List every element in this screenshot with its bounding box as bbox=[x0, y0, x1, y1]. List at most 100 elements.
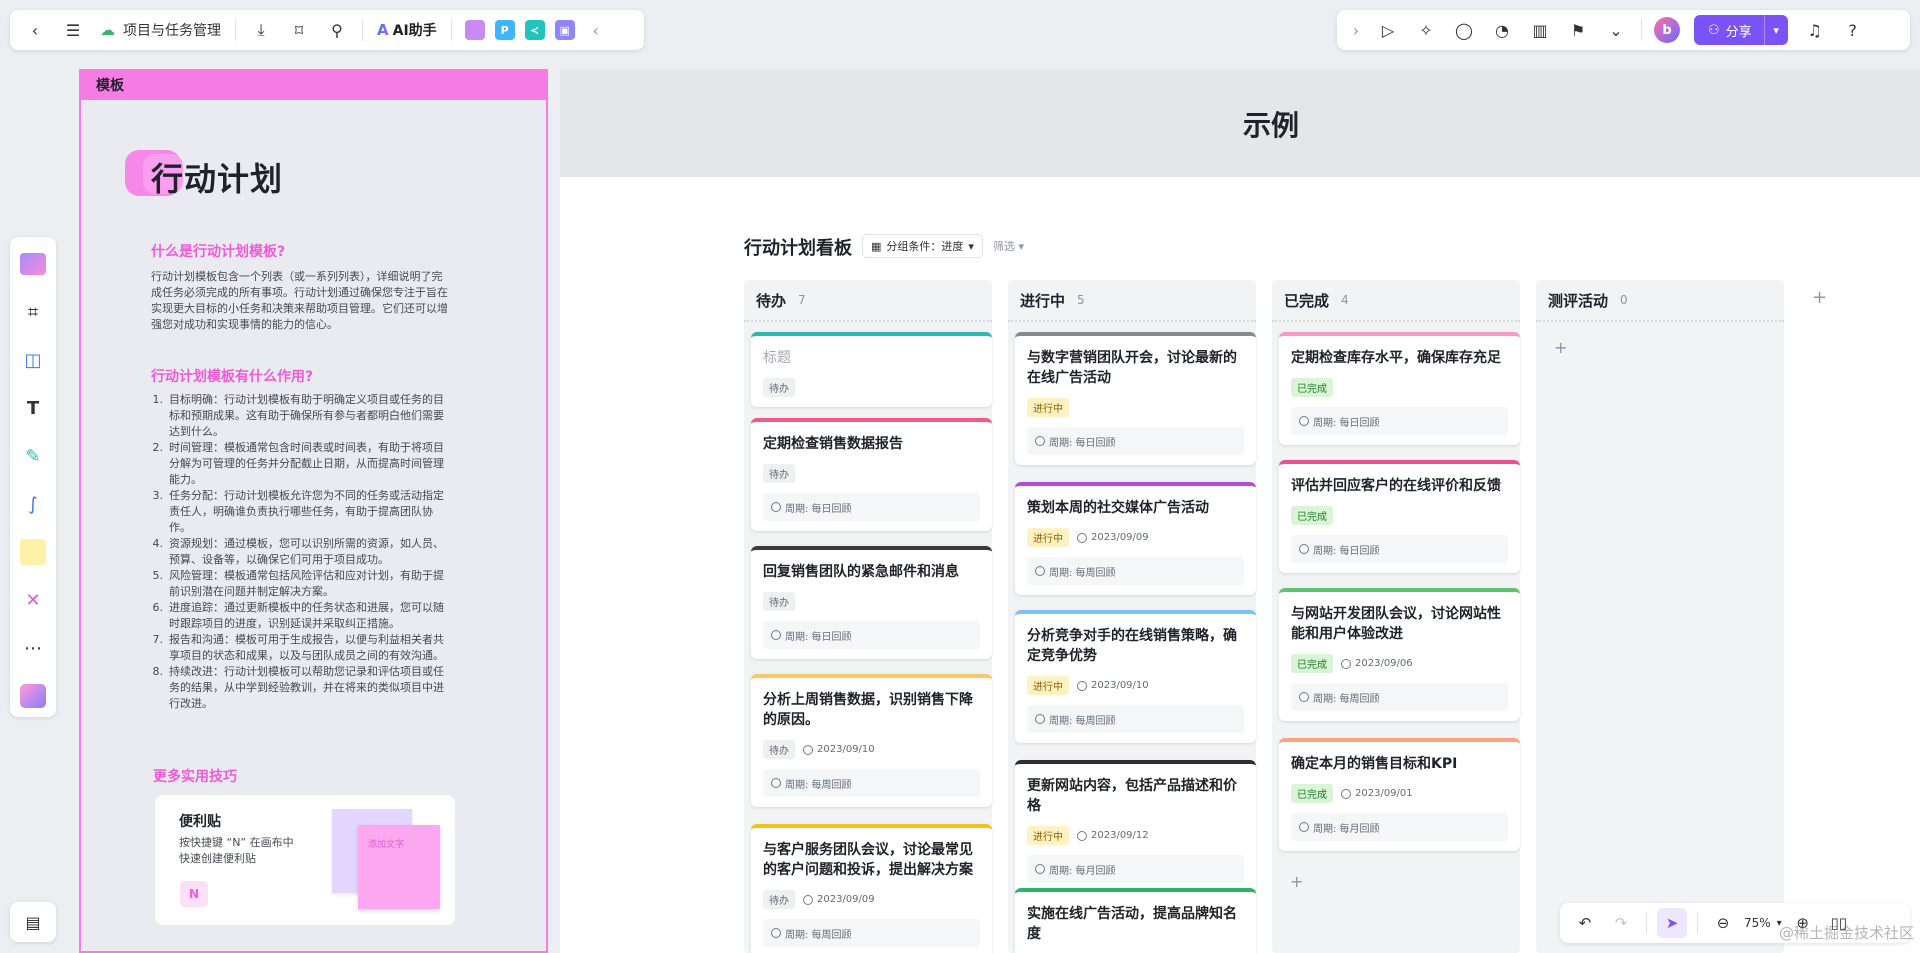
card-cycle[interactable]: 周期: 每周回顾 bbox=[1027, 557, 1244, 585]
expand-toolbar-icon[interactable]: › bbox=[1345, 15, 1367, 45]
text-tool-icon[interactable]: T bbox=[16, 391, 50, 425]
card-date[interactable]: 2023/09/10 bbox=[1077, 680, 1149, 691]
card-cycle[interactable]: 周期: 每日回顾 bbox=[763, 493, 980, 521]
status-badge[interactable]: 进行中 bbox=[1027, 826, 1069, 845]
card-cycle[interactable]: 周期: 每周回顾 bbox=[763, 919, 980, 947]
card-cycle[interactable]: 周期: 每日回顾 bbox=[1027, 427, 1244, 455]
frame-tool-icon[interactable]: ⌗ bbox=[16, 295, 50, 329]
add-card-icon[interactable]: + bbox=[1554, 338, 1567, 357]
add-column-icon[interactable]: + bbox=[1812, 287, 1827, 308]
card-cycle[interactable]: 周期: 每周回顾 bbox=[1027, 705, 1244, 733]
minimap-toggle-icon[interactable]: ▤ bbox=[10, 902, 56, 942]
kanban-card[interactable]: 分析上周销售数据，识别销售下降的原因。 待办 2023/09/10 周期: 每周回顾 bbox=[751, 674, 992, 807]
celebrate-icon[interactable]: ✧ bbox=[1409, 15, 1443, 45]
filter-button[interactable]: 筛选 ▾ bbox=[993, 238, 1024, 254]
share-main[interactable]: ⚇ 分享 bbox=[1694, 15, 1764, 45]
kanban-card[interactable]: 确定本月的销售目标和KPI 已完成 2023/09/01 周期: 每月回顾 bbox=[1279, 738, 1520, 851]
laser-pointer-icon[interactable]: ⚑ bbox=[1561, 15, 1595, 45]
add-card-icon[interactable]: + bbox=[1290, 872, 1303, 891]
status-badge[interactable]: 进行中 bbox=[1027, 528, 1069, 547]
status-badge[interactable]: 待办 bbox=[763, 592, 795, 611]
shape-tool-icon[interactable]: ◫ bbox=[16, 343, 50, 377]
card-date[interactable]: 2023/09/12 bbox=[1077, 830, 1149, 841]
share-button[interactable]: ⚇ 分享 ▾ bbox=[1694, 15, 1788, 45]
document-title[interactable]: ☁ 项目与任务管理 bbox=[94, 20, 227, 40]
kanban-card[interactable]: 策划本周的社交媒体广告活动 进行中 2023/09/09 周期: 每周回顾 bbox=[1015, 482, 1256, 595]
kanban-card[interactable]: 与客户服务团队会议，讨论最常见的客户问题和投诉，提出解决方案 待办 2023/09/… bbox=[751, 824, 992, 953]
group-by-button[interactable]: ▦ 分组条件：进度 ▾ bbox=[862, 234, 983, 258]
mindmap-tool-icon[interactable]: ✕ bbox=[16, 583, 50, 617]
more-chevrons-icon[interactable]: ⌄ bbox=[1599, 15, 1633, 45]
zoom-out-icon[interactable]: ⊖ bbox=[1708, 908, 1738, 938]
card-date[interactable]: 2023/09/10 bbox=[803, 744, 875, 755]
plugin-icon[interactable] bbox=[464, 20, 485, 40]
kanban-card[interactable]: 更新网站内容，包括产品描述和价格 进行中 2023/09/12 周期: 每月回顾 bbox=[1015, 760, 1256, 893]
sticky-note-icon[interactable] bbox=[16, 535, 50, 569]
card-cycle[interactable]: 周期: 每日回顾 bbox=[1291, 535, 1508, 563]
select-pointer-icon[interactable]: ➤ bbox=[1657, 908, 1687, 938]
column-header[interactable]: 已完成 4 bbox=[1272, 280, 1520, 322]
status-badge[interactable]: 待办 bbox=[763, 740, 795, 759]
card-cycle[interactable]: 周期: 每日回顾 bbox=[1291, 407, 1508, 435]
kanban-card[interactable]: 实施在线广告活动，提高品牌知名度进行中 bbox=[1015, 888, 1256, 953]
plugin-icon[interactable]: P bbox=[494, 20, 515, 40]
status-badge[interactable]: 已完成 bbox=[1291, 784, 1333, 803]
kanban-card[interactable]: 分析竞争对手的在线销售策略，确定竞争优势 进行中 2023/09/10 周期: 每周回… bbox=[1015, 610, 1256, 743]
present-icon[interactable]: ▷ bbox=[1371, 15, 1405, 45]
back-icon[interactable]: ‹ bbox=[18, 15, 52, 45]
search-icon[interactable]: ⚲ bbox=[320, 15, 354, 45]
plugin-center-icon[interactable] bbox=[16, 679, 50, 713]
kanban-card[interactable]: 定期检查库存水平，确保库存充足 已完成 周期: 每日回顾 bbox=[1279, 332, 1520, 445]
card-date[interactable]: 2023/09/09 bbox=[1077, 532, 1149, 543]
pen-tool-icon[interactable]: ✎ bbox=[16, 439, 50, 473]
card-date[interactable]: 2023/09/06 bbox=[1341, 658, 1413, 669]
list-item: 2. 时间管理：模板通常包含时间表或时间表，有助于将项目分解为可管理的任务并分配截… bbox=[151, 440, 451, 488]
template-frame-label[interactable]: 模板 bbox=[79, 69, 548, 100]
card-cycle[interactable]: 周期: 每周回顾 bbox=[1291, 683, 1508, 711]
notification-bell-icon[interactable]: ♫ bbox=[1798, 15, 1832, 45]
kanban-card[interactable]: 与网站开发团队会议，讨论网站性能和用户体验改进 已完成 2023/09/06 周期: … bbox=[1279, 588, 1520, 721]
card-cycle[interactable]: 周期: 每日回顾 bbox=[763, 621, 980, 649]
card-date[interactable]: 2023/09/01 bbox=[1341, 788, 1413, 799]
status-badge[interactable]: 进行中 bbox=[1027, 398, 1069, 417]
plugin-icon[interactable]: ▣ bbox=[554, 20, 575, 40]
card-cycle[interactable]: 周期: 每月回顾 bbox=[1291, 813, 1508, 841]
chevron-down-icon[interactable]: ▾ bbox=[1763, 15, 1788, 45]
status-badge[interactable]: 已完成 bbox=[1291, 654, 1333, 673]
template-icon[interactable] bbox=[16, 247, 50, 281]
status-badge[interactable]: 已完成 bbox=[1291, 378, 1333, 397]
menu-icon[interactable]: ☰ bbox=[56, 15, 90, 45]
kanban-card[interactable]: 标题 待办 bbox=[751, 332, 992, 407]
column-header[interactable]: 进行中 5 bbox=[1008, 280, 1256, 322]
more-tools-icon[interactable]: ⋯ bbox=[16, 631, 50, 665]
avatar[interactable]: b bbox=[1654, 17, 1680, 43]
status-badge[interactable]: 待办 bbox=[763, 890, 795, 909]
undo-icon[interactable]: ↶ bbox=[1570, 908, 1600, 938]
kanban-card[interactable]: 回复销售团队的紧急邮件和消息 待办 周期: 每日回顾 bbox=[751, 546, 992, 659]
tag-icon[interactable]: ⌑ bbox=[282, 15, 316, 45]
card-date[interactable]: 2023/09/09 bbox=[803, 894, 875, 905]
redo-icon[interactable]: ↷ bbox=[1606, 908, 1636, 938]
tip-card[interactable]: 便利贴 按快捷键 “N” 在画布中快速创建便利贴 N 添加文字 bbox=[155, 795, 455, 925]
kanban-card[interactable]: 定期检查销售数据报告 待办 周期: 每日回顾 bbox=[751, 418, 992, 531]
vote-icon[interactable]: ▥ bbox=[1523, 15, 1557, 45]
connector-tool-icon[interactable]: ∫ bbox=[16, 487, 50, 521]
card-cycle[interactable]: 周期: 每月回顾 bbox=[1027, 855, 1244, 883]
timer-icon[interactable]: ◔ bbox=[1485, 15, 1519, 45]
status-badge[interactable]: 待办 bbox=[763, 378, 795, 397]
column-header[interactable]: 待办 7 bbox=[744, 280, 992, 322]
kanban-card[interactable]: 与数字营销团队开会，讨论最新的在线广告活动 进行中 周期: 每日回顾 bbox=[1015, 332, 1256, 465]
column-header[interactable]: 测评活动 0 bbox=[1536, 280, 1784, 322]
download-icon[interactable]: ⤓ bbox=[244, 15, 278, 45]
zoom-level[interactable]: 75% bbox=[1744, 916, 1771, 930]
status-badge[interactable]: 待办 bbox=[763, 464, 795, 483]
card-cycle[interactable]: 周期: 每周回顾 bbox=[763, 769, 980, 797]
collapse-toolbar-icon[interactable]: ‹ bbox=[584, 15, 608, 45]
help-icon[interactable]: ? bbox=[1836, 15, 1870, 45]
kanban-card[interactable]: 评估并回应客户的在线评价和反馈 已完成 周期: 每日回顾 bbox=[1279, 460, 1520, 573]
ai-assistant-button[interactable]: A AI助手 bbox=[371, 20, 443, 40]
status-badge[interactable]: 已完成 bbox=[1291, 506, 1333, 525]
status-badge[interactable]: 进行中 bbox=[1027, 676, 1069, 695]
plugin-icon[interactable]: ≺ bbox=[524, 20, 545, 40]
comment-icon[interactable]: ◯ bbox=[1447, 15, 1481, 45]
